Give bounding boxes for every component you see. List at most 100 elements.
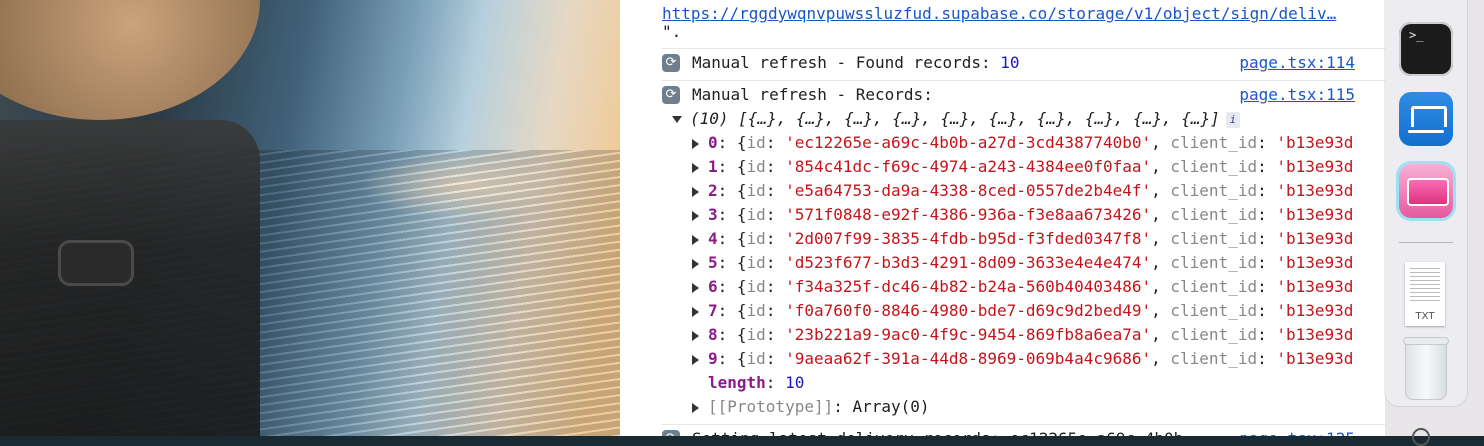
id-value: '9aeaa62f-391a-44d8-8969-069b4a4c9686'	[785, 349, 1152, 368]
client-id-value: 'b13e93d	[1276, 301, 1354, 320]
refresh-icon: ⟳	[662, 54, 680, 72]
info-badge-icon[interactable]: i	[1225, 111, 1240, 128]
client-id-value: 'b13e93d	[1276, 277, 1354, 296]
document-ext-label: TXT	[1415, 311, 1435, 322]
expand-triangle-icon[interactable]	[692, 138, 699, 149]
refresh-icon: ⟳	[662, 430, 680, 436]
record-count-value: 10	[1000, 53, 1020, 72]
text-document-icon[interactable]: TXT	[1405, 262, 1445, 326]
expand-triangle-icon[interactable]	[692, 186, 699, 197]
id-key: id	[746, 349, 766, 368]
record-index: 6	[708, 277, 718, 296]
record-row[interactable]: 7: {id: 'f0a760f0-8846-4980-bde7-d69c9d2…	[692, 299, 1353, 323]
client-id-value: 'b13e93d	[1276, 349, 1354, 368]
client-id-key: client_id	[1170, 349, 1258, 368]
length-row: length: 10	[708, 373, 805, 392]
record-index: 9	[708, 349, 718, 368]
array-summary: [{…}, {…}, {…}, {…}, {…}, {…}, {…}, {…},…	[738, 109, 1220, 128]
source-link-115[interactable]: page.tsx:115	[1239, 83, 1355, 107]
message-separator	[662, 424, 1385, 425]
source-link-114[interactable]: page.tsx:114	[1239, 51, 1355, 75]
id-value: 'e5a64753-da9a-4338-8ced-0557de2b4e4f'	[785, 181, 1152, 200]
record-row[interactable]: 2: {id: 'e5a64753-da9a-4338-8ced-0557de2…	[692, 179, 1353, 203]
dock: >_ TXT	[1385, 0, 1467, 406]
id-value: 'd523f677-b3d3-4291-8d09-3633e4e4e474'	[785, 253, 1152, 272]
record-index: 8	[708, 325, 718, 344]
console-message-text: Manual refresh - Found records: 10	[692, 53, 1020, 72]
cleanmymac-icon[interactable]	[1399, 164, 1453, 218]
id-value: 'f34a325f-dc46-4b82-b24a-560b40403486'	[785, 277, 1152, 296]
client-id-key: client_id	[1170, 133, 1258, 152]
console-message-text: Setting latest delivery records: ec12265…	[692, 427, 1183, 436]
record-index: 3	[708, 205, 718, 224]
record-row[interactable]: 4: {id: '2d007f99-3835-4fdb-b95d-f3fded0…	[692, 227, 1353, 251]
record-index: 0	[708, 133, 718, 152]
id-key: id	[746, 253, 766, 272]
client-id-key: client_id	[1170, 181, 1258, 200]
trash-icon[interactable]	[1403, 337, 1449, 400]
terminal-icon[interactable]: >_	[1399, 22, 1453, 76]
id-value: 'ec12265e-a69c-4b0b-a27d-3cd4387740b0'	[785, 133, 1152, 152]
expand-triangle-icon[interactable]	[692, 306, 699, 317]
record-row[interactable]: 1: {id: '854c41dc-f69c-4974-a243-4384ee0…	[692, 155, 1353, 179]
expand-triangle-icon[interactable]	[692, 234, 699, 245]
record-row[interactable]: 9: {id: '9aeaa62f-391a-44d8-8969-069b4a4…	[692, 347, 1353, 371]
id-value: '854c41dc-f69c-4974-a243-4384ee0f0faa'	[785, 157, 1152, 176]
expand-triangle-icon[interactable]	[692, 210, 699, 221]
id-value: 'f0a760f0-8846-4980-bde7-d69c9d2bed49'	[785, 301, 1152, 320]
client-id-value: 'b13e93d	[1276, 325, 1354, 344]
collapse-triangle-icon[interactable]	[672, 116, 682, 123]
dock-divider	[1399, 242, 1453, 243]
desktop-wallpaper	[0, 0, 620, 436]
console-message: ⟳ Setting latest delivery records: ec122…	[620, 427, 1385, 436]
expand-triangle-icon[interactable]	[692, 282, 699, 293]
prototype-row[interactable]: [[Prototype]]: Array(0)	[692, 395, 930, 419]
search-icon[interactable]	[1412, 428, 1430, 446]
id-value: '23b221a9-9ac0-4f9c-9454-869fb8a6ea7a'	[785, 325, 1152, 344]
screen-sharing-icon[interactable]	[1399, 92, 1453, 146]
terminal-prompt: >_	[1409, 28, 1424, 42]
client-id-value: 'b13e93d	[1276, 181, 1354, 200]
expand-triangle-icon[interactable]	[692, 330, 699, 341]
client-id-key: client_id	[1170, 205, 1258, 224]
expand-triangle-icon[interactable]	[692, 402, 699, 413]
record-row[interactable]: 5: {id: 'd523f677-b3d3-4291-8d09-3633e4e…	[692, 251, 1353, 275]
prototype-value: Array(0)	[852, 397, 930, 416]
wallpaper-port	[58, 240, 134, 286]
record-index: 1	[708, 157, 718, 176]
prototype-key: [[Prototype]]	[708, 397, 834, 416]
client-id-key: client_id	[1170, 301, 1258, 320]
console-message: ⟳ Manual refresh - Records: page.tsx:115	[620, 83, 1385, 107]
id-value: '571f0848-e92f-4386-936a-f3e8aa673426'	[785, 205, 1152, 224]
record-index: 4	[708, 229, 718, 248]
id-key: id	[746, 325, 766, 344]
id-key: id	[746, 277, 766, 296]
record-row[interactable]: 3: {id: '571f0848-e92f-4386-936a-f3e8aa6…	[692, 203, 1353, 227]
record-row[interactable]: 6: {id: 'f34a325f-dc46-4b82-b24a-560b404…	[692, 275, 1353, 299]
id-key: id	[746, 157, 766, 176]
wallpaper-shape	[0, 0, 260, 120]
message-separator	[662, 80, 1385, 81]
length-value: 10	[785, 373, 805, 392]
array-preview-row[interactable]: (10) [{…}, {…}, {…}, {…}, {…}, {…}, {…},…	[672, 107, 1240, 131]
length-key: length	[708, 373, 766, 392]
client-id-key: client_id	[1170, 277, 1258, 296]
client-id-key: client_id	[1170, 253, 1258, 272]
client-id-value: 'b13e93d	[1276, 205, 1354, 224]
expand-triangle-icon[interactable]	[692, 258, 699, 269]
client-id-value: 'b13e93d	[1276, 253, 1354, 272]
client-id-key: client_id	[1170, 157, 1258, 176]
signed-url-link[interactable]: https://rggdywqnvpuwssluzfud.supabase.co…	[662, 4, 1336, 23]
client-id-value: 'b13e93d	[1276, 229, 1354, 248]
record-row[interactable]: 8: {id: '23b221a9-9ac0-4f9c-9454-869fb8a…	[692, 323, 1353, 347]
source-link-125[interactable]: page.tsx:125	[1239, 427, 1355, 436]
record-row[interactable]: 0: {id: 'ec12265e-a69c-4b0b-a27d-3cd4387…	[692, 131, 1353, 155]
expand-triangle-icon[interactable]	[692, 354, 699, 365]
expand-triangle-icon[interactable]	[692, 162, 699, 173]
record-index: 2	[708, 181, 718, 200]
console-message-text: Manual refresh - Records:	[692, 85, 933, 104]
string-end-quote: ".	[662, 22, 682, 41]
id-key: id	[746, 229, 766, 248]
devtools-console: https://rggdywqnvpuwssluzfud.supabase.co…	[620, 0, 1385, 436]
client-id-value: 'b13e93d	[1276, 157, 1354, 176]
